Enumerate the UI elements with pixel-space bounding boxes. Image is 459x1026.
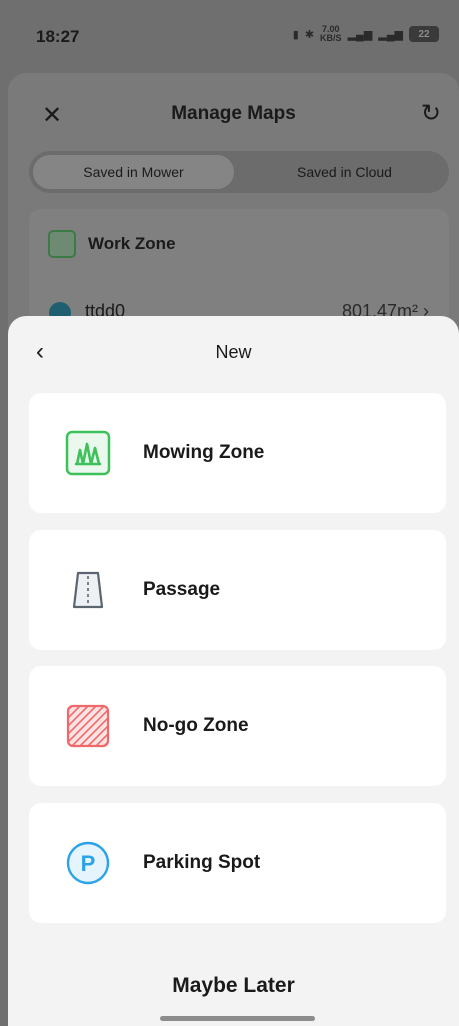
signal-icon-2: ▂▄▆ — [378, 28, 403, 41]
new-item-sheet: ‹ New Mowing Zone Passage No-go Zone P P… — [8, 316, 459, 1026]
battery-icon: 22 — [409, 26, 439, 42]
tab-saved-in-cloud[interactable]: Saved in Cloud — [244, 155, 445, 189]
tab-switcher: Saved in Mower Saved in Cloud — [29, 151, 449, 193]
option-label: Parking Spot — [143, 852, 261, 873]
passage-icon — [72, 571, 104, 609]
signal-icon: ▂▄▆ — [347, 28, 373, 41]
no-go-icon — [66, 704, 110, 748]
option-label: Passage — [143, 579, 221, 600]
option-parking-spot[interactable]: P Parking Spot — [29, 803, 446, 923]
option-passage[interactable]: Passage — [29, 530, 446, 650]
option-label: Mowing Zone — [143, 442, 265, 463]
maybe-later-button[interactable]: Maybe Later — [8, 974, 459, 998]
parking-icon: P — [66, 841, 110, 885]
svg-text:P: P — [81, 851, 96, 876]
grass-icon — [65, 430, 111, 476]
work-zone-label: Work Zone — [88, 234, 176, 253]
vibrate-icon: ▮ — [292, 28, 299, 41]
status-bar: 18:27 ▮ ✱ 7.00 KB/S ▂▄▆ ▂▄▆ 22 — [0, 0, 459, 70]
home-indicator — [160, 1016, 315, 1021]
option-no-go-zone[interactable]: No-go Zone — [29, 666, 446, 786]
tab-saved-in-mower[interactable]: Saved in Mower — [33, 155, 234, 189]
refresh-icon[interactable]: ↻ — [421, 99, 441, 128]
grass-icon — [48, 230, 76, 258]
network-speed: 7.00 KB/S — [320, 24, 342, 43]
option-mowing-zone[interactable]: Mowing Zone — [29, 393, 446, 513]
page-title: Manage Maps — [171, 103, 296, 124]
manage-maps-header: ✕ Manage Maps ↻ — [8, 93, 459, 133]
status-icons: ▮ ✱ 7.00 KB/S ▂▄▆ ▂▄▆ 22 — [293, 25, 439, 43]
clock: 18:27 — [36, 27, 80, 46]
option-label: No-go Zone — [143, 715, 249, 736]
bluetooth-icon: ✱ — [304, 28, 315, 41]
sheet-title: New — [215, 342, 252, 362]
